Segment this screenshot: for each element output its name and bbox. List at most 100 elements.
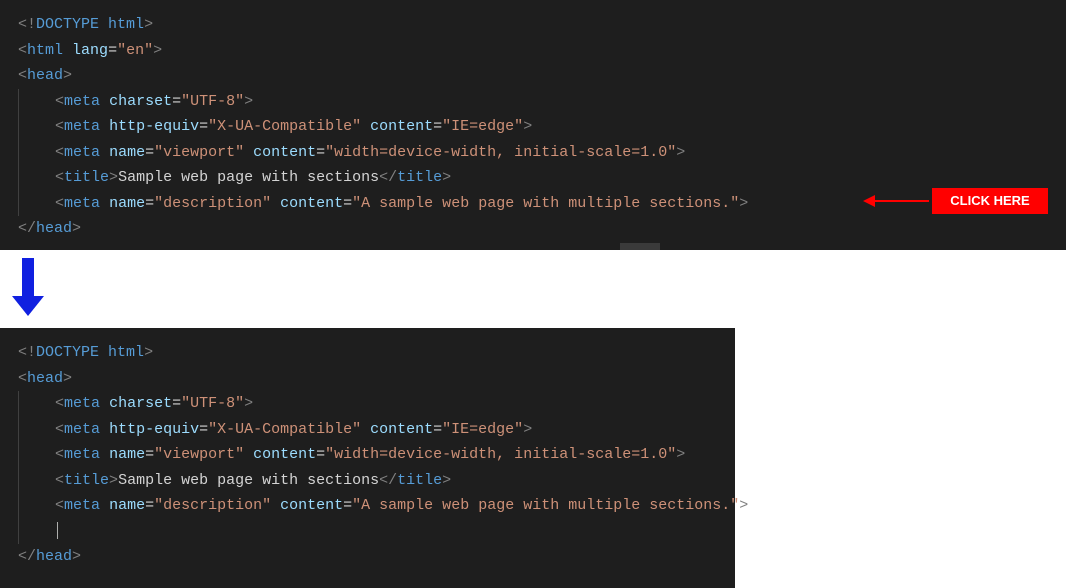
code-line[interactable]: <head> (18, 366, 717, 392)
code-line[interactable]: <meta charset="UTF-8"> (18, 391, 717, 417)
code-line[interactable]: <meta name="description" content="A samp… (18, 493, 717, 519)
code-line[interactable]: <!DOCTYPE html> (18, 12, 1048, 38)
code-token: </ (379, 169, 397, 186)
code-token: > (244, 93, 253, 110)
code-token (100, 421, 109, 438)
code-token: < (55, 421, 64, 438)
code-token (99, 16, 108, 33)
code-token: </ (18, 220, 36, 237)
code-token: name (109, 497, 145, 514)
code-token: "A sample web page with multiple section… (352, 195, 739, 212)
code-token: > (523, 118, 532, 135)
code-token: = (343, 497, 352, 514)
code-token: meta (64, 395, 100, 412)
code-editor-before[interactable]: <!DOCTYPE html><html lang="en"><head> <m… (0, 0, 1066, 250)
scrollbar-thumb[interactable] (620, 243, 660, 250)
code-token: "en" (117, 42, 153, 59)
code-token: head (36, 220, 72, 237)
code-token: < (55, 118, 64, 135)
code-token: > (676, 446, 685, 463)
code-token: < (55, 395, 64, 412)
code-line[interactable]: <meta http-equiv="X-UA-Compatible" conte… (18, 417, 717, 443)
code-token: "viewport" (154, 446, 244, 463)
code-token: DOCTYPE (36, 344, 99, 361)
code-token: lang (72, 42, 108, 59)
code-token: > (739, 195, 748, 212)
code-token: "IE=edge" (442, 118, 523, 135)
code-editor-after[interactable]: <!DOCTYPE html><head> <meta charset="UTF… (0, 328, 735, 588)
code-token: = (172, 93, 181, 110)
code-token: head (27, 67, 63, 84)
code-token: content (253, 144, 316, 161)
code-body-before[interactable]: <!DOCTYPE html><html lang="en"><head> <m… (18, 12, 1048, 242)
code-token: Sample web page with sections (118, 169, 379, 186)
code-token (244, 446, 253, 463)
code-token: "description" (154, 195, 271, 212)
code-line[interactable]: <meta name="viewport" content="width=dev… (18, 140, 1048, 166)
code-token (271, 497, 280, 514)
code-token (100, 144, 109, 161)
code-token: = (145, 497, 154, 514)
code-token: > (676, 144, 685, 161)
code-line[interactable] (18, 519, 717, 545)
code-body-after[interactable]: <!DOCTYPE html><head> <meta charset="UTF… (18, 340, 717, 570)
code-token: < (55, 93, 64, 110)
code-token: > (442, 472, 451, 489)
code-line[interactable]: </head> (18, 216, 1048, 242)
code-token: meta (64, 93, 100, 110)
code-line[interactable]: <html lang="en"> (18, 38, 1048, 64)
code-token: > (244, 395, 253, 412)
code-token: < (55, 472, 64, 489)
code-token: meta (64, 118, 100, 135)
code-token: > (523, 421, 532, 438)
arrow-down-icon (18, 258, 38, 314)
code-token: > (153, 42, 162, 59)
code-token (100, 195, 109, 212)
code-token: meta (64, 446, 100, 463)
code-token: title (397, 472, 442, 489)
code-line[interactable]: <meta name="description" content="A samp… (18, 191, 1048, 217)
code-line[interactable]: <meta charset="UTF-8"> (18, 89, 1048, 115)
code-token: meta (64, 195, 100, 212)
code-token: content (280, 195, 343, 212)
code-token: meta (64, 144, 100, 161)
code-token: > (109, 472, 118, 489)
code-token: > (442, 169, 451, 186)
code-line[interactable]: <meta http-equiv="X-UA-Compatible" conte… (18, 114, 1048, 140)
code-token: = (145, 446, 154, 463)
code-token: = (343, 195, 352, 212)
code-token: "width=device-width, initial-scale=1.0" (325, 446, 676, 463)
code-line[interactable]: <head> (18, 63, 1048, 89)
code-token: "A sample web page with multiple section… (352, 497, 739, 514)
code-line[interactable]: <meta name="viewport" content="width=dev… (18, 442, 717, 468)
code-token (99, 344, 108, 361)
code-token: < (55, 195, 64, 212)
code-token: title (64, 472, 109, 489)
code-token (361, 118, 370, 135)
code-token: <! (18, 16, 36, 33)
code-line[interactable]: <title>Sample web page with sections</ti… (18, 468, 717, 494)
code-token (100, 497, 109, 514)
code-token: "UTF-8" (181, 93, 244, 110)
code-token: </ (18, 548, 36, 565)
code-token: meta (64, 497, 100, 514)
code-token: = (316, 144, 325, 161)
code-token: = (199, 421, 208, 438)
code-token: </ (379, 472, 397, 489)
code-line[interactable]: </head> (18, 544, 717, 570)
code-line[interactable]: <title>Sample web page with sections</ti… (18, 165, 1048, 191)
code-token: head (36, 548, 72, 565)
code-token: content (370, 421, 433, 438)
click-here-button[interactable]: CLICK HERE (932, 188, 1048, 214)
arrow-red-icon (873, 200, 929, 202)
code-token: http-equiv (109, 118, 199, 135)
code-token: html (108, 16, 144, 33)
code-token: name (109, 446, 145, 463)
code-token: > (109, 169, 118, 186)
code-token: title (397, 169, 442, 186)
code-token: head (27, 370, 63, 387)
code-token: html (27, 42, 63, 59)
code-line[interactable]: <!DOCTYPE html> (18, 340, 717, 366)
code-token: > (144, 16, 153, 33)
code-token: < (18, 370, 27, 387)
